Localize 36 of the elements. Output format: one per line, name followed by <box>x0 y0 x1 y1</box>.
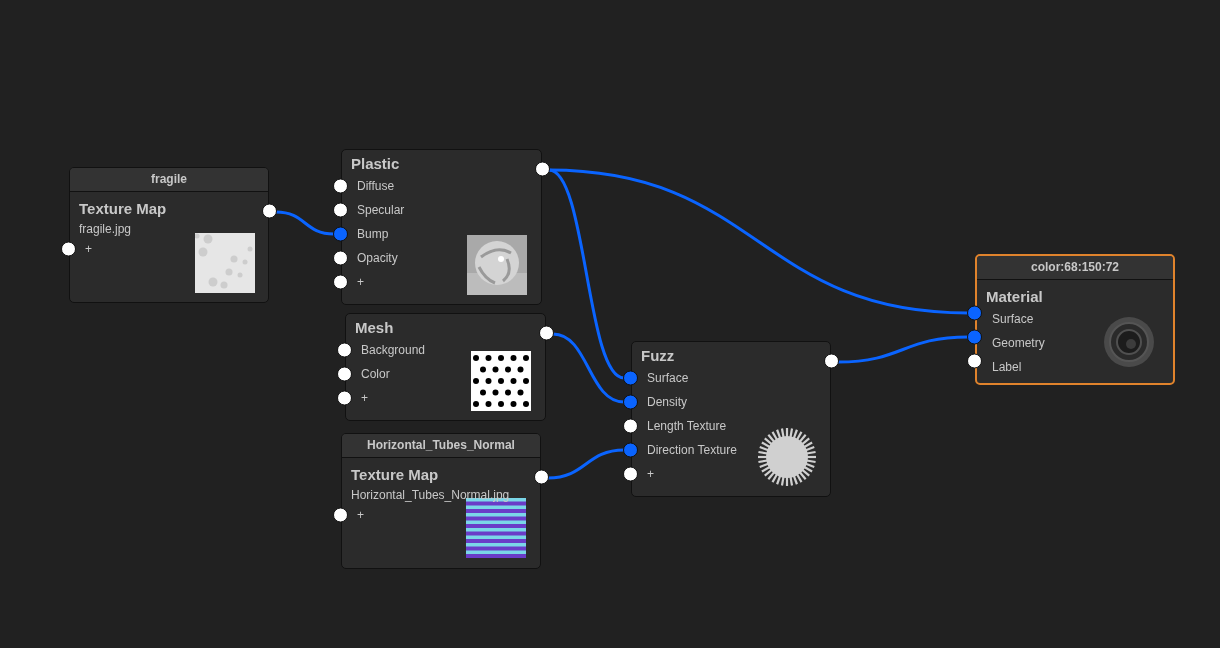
input-label: Surface <box>647 370 689 387</box>
node-title: Plastic <box>351 154 400 174</box>
input-label: Background <box>361 342 426 359</box>
input-label: + <box>357 274 364 291</box>
connector-wire <box>275 210 335 236</box>
input-label: + <box>357 507 364 524</box>
node-card[interactable]: Horizontal_Tubes_Normal Texture Map Horizontal_Tubes_Normal.jpg + <box>341 433 541 569</box>
input-label: + <box>361 390 368 407</box>
input-label: + <box>85 241 92 258</box>
input-label: + <box>647 466 654 483</box>
input-label: Opacity <box>357 250 398 267</box>
node-card[interactable]: color:68:150:72 Material Surface Geometry Label <box>975 254 1175 385</box>
node-header: Horizontal_Tubes_Normal <box>342 434 540 458</box>
node-title: Material <box>986 287 1043 307</box>
input-label: Bump <box>357 226 389 243</box>
input-label: Color <box>361 366 390 383</box>
node-card[interactable]: fragile Texture Map fragile.jpg + <box>69 167 269 303</box>
input-label: Specular <box>357 202 405 219</box>
node-title: Texture Map <box>79 199 167 219</box>
file-name: fragile.jpg <box>79 221 132 238</box>
input-label: Direction Texture <box>647 442 737 459</box>
node-title: Texture Map <box>351 465 439 485</box>
input-label: Surface <box>992 311 1034 328</box>
node-title: Fuzz <box>641 346 675 366</box>
input-label: Density <box>647 394 687 411</box>
node-card[interactable]: Fuzz Surface Density Length Texture Direction Texture + <box>631 341 831 497</box>
node-header: fragile <box>70 168 268 192</box>
input-label: Geometry <box>992 335 1045 352</box>
file-name: Horizontal_Tubes_Normal.jpg <box>351 487 510 504</box>
input-label: Diffuse <box>357 178 395 195</box>
input-label: Label <box>992 359 1022 376</box>
node-header: color:68:150:72 <box>977 256 1173 280</box>
input-label: Length Texture <box>647 418 727 435</box>
node-card[interactable]: Plastic Diffuse Specular Bump Opacity + <box>341 149 542 305</box>
node-title: Mesh <box>355 318 394 338</box>
node-card[interactable]: Mesh Background Color + <box>345 313 546 421</box>
